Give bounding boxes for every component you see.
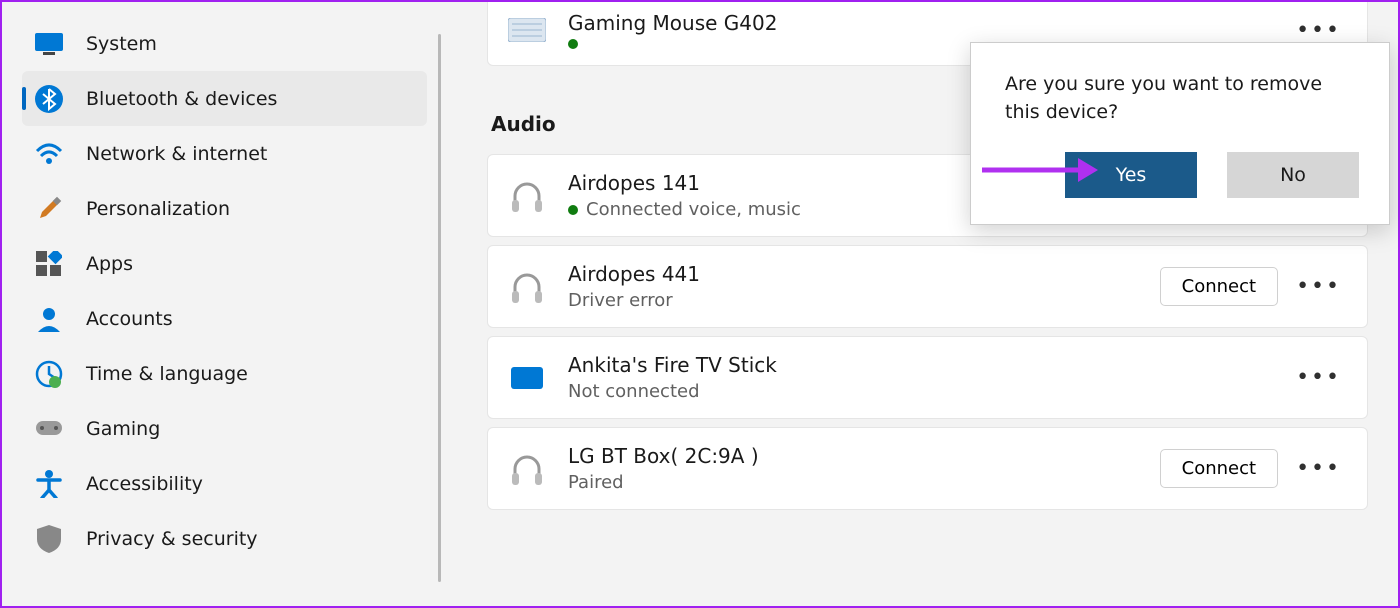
bluetooth-icon xyxy=(34,84,64,114)
nav-item-personalization[interactable]: Personalization xyxy=(22,181,427,236)
device-status: Not connected xyxy=(568,381,1290,402)
clock-globe-icon xyxy=(34,359,64,389)
nav-item-accessibility[interactable]: Accessibility xyxy=(22,456,427,511)
yes-button[interactable]: Yes xyxy=(1065,152,1197,198)
account-icon xyxy=(34,304,64,334)
sidebar-divider xyxy=(438,34,441,582)
more-button[interactable]: ••• xyxy=(1290,270,1347,303)
device-name: Ankita's Fire TV Stick xyxy=(568,353,1290,377)
device-row-airdopes441[interactable]: Airdopes 441 Driver error Connect ••• xyxy=(487,245,1368,328)
device-row-lgbtbox[interactable]: LG BT Box( 2C:9A ) Paired Connect ••• xyxy=(487,427,1368,510)
display-icon xyxy=(508,359,546,397)
headphones-icon xyxy=(508,450,546,488)
device-name: Gaming Mouse G402 xyxy=(568,11,1290,35)
nav-label: Accounts xyxy=(86,308,173,330)
system-icon xyxy=(34,29,64,59)
dialog-text: Are you sure you want to remove this dev… xyxy=(1005,71,1359,126)
device-name: Airdopes 441 xyxy=(568,262,1160,286)
no-button[interactable]: No xyxy=(1227,152,1359,198)
nav-item-apps[interactable]: Apps xyxy=(22,236,427,291)
device-status: Paired xyxy=(568,472,1160,493)
brush-icon xyxy=(34,194,64,224)
device-status: Driver error xyxy=(568,290,1160,311)
shield-icon xyxy=(34,524,64,554)
nav-label: Accessibility xyxy=(86,473,203,495)
nav-label: Gaming xyxy=(86,418,160,440)
nav-label: Bluetooth & devices xyxy=(86,88,277,110)
device-name: LG BT Box( 2C:9A ) xyxy=(568,444,1160,468)
more-button[interactable]: ••• xyxy=(1290,361,1347,394)
headphones-icon xyxy=(508,268,546,306)
nav-item-privacy[interactable]: Privacy & security xyxy=(22,511,427,566)
nav-item-gaming[interactable]: Gaming xyxy=(22,401,427,456)
nav-item-system[interactable]: System xyxy=(22,16,427,71)
connect-button[interactable]: Connect xyxy=(1160,449,1278,488)
nav-item-network[interactable]: Network & internet xyxy=(22,126,427,181)
wifi-icon xyxy=(34,139,64,169)
nav-label: Network & internet xyxy=(86,143,267,165)
nav-label: Privacy & security xyxy=(86,528,258,550)
nav-label: System xyxy=(86,33,157,55)
keyboard-icon xyxy=(508,11,546,49)
connect-button[interactable]: Connect xyxy=(1160,267,1278,306)
nav-label: Apps xyxy=(86,253,133,275)
accessibility-icon xyxy=(34,469,64,499)
status-dot-icon xyxy=(568,39,578,49)
remove-device-dialog: Are you sure you want to remove this dev… xyxy=(970,42,1390,225)
nav-item-time-language[interactable]: Time & language xyxy=(22,346,427,401)
gamepad-icon xyxy=(34,414,64,444)
headphones-icon xyxy=(508,177,546,215)
nav-item-accounts[interactable]: Accounts xyxy=(22,291,427,346)
nav-item-bluetooth-devices[interactable]: Bluetooth & devices xyxy=(22,71,427,126)
status-dot-icon xyxy=(568,205,578,215)
apps-icon xyxy=(34,249,64,279)
more-button[interactable]: ••• xyxy=(1290,452,1347,485)
settings-sidebar: System Bluetooth & devices Network & int… xyxy=(2,2,447,606)
nav-label: Personalization xyxy=(86,198,230,220)
device-row-firetv[interactable]: Ankita's Fire TV Stick Not connected ••• xyxy=(487,336,1368,419)
nav-label: Time & language xyxy=(86,363,248,385)
